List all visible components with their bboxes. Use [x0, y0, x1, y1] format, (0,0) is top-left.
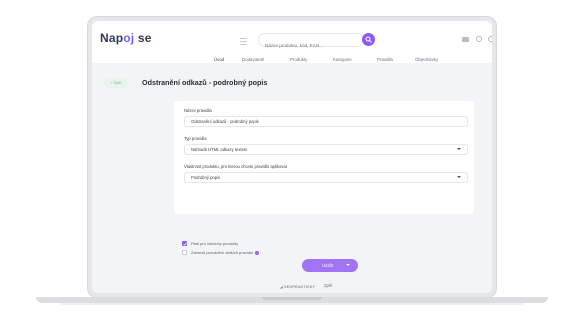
rule-type-select[interactable]: Nahradit HTML odkazy textem [184, 144, 468, 155]
user-icon[interactable] [488, 36, 492, 42]
nav-item-uvod[interactable]: Úvod [214, 57, 224, 62]
footer: ◢ SEOPRAKTICKY [92, 285, 492, 293]
nav-item-produkty[interactable]: Produkty [290, 57, 307, 62]
page-title: Odstranění odkazů - podrobný popis [142, 78, 268, 87]
chevron-down-icon [457, 148, 461, 150]
search-input[interactable] [259, 39, 355, 52]
menu-icon[interactable] [240, 38, 247, 45]
rule-type-label: Typ pravidla [184, 136, 207, 141]
main-nav: Úvod Dodavatelé Produkty Kategorie Pravi… [92, 57, 492, 69]
nav-item-kategorie[interactable]: Kategorie [333, 57, 352, 62]
back-button[interactable]: ‹ Zpět [104, 78, 128, 88]
check-icon [182, 242, 187, 246]
save-label: Uložit [322, 263, 334, 268]
mail-icon[interactable] [462, 37, 469, 42]
nav-item-pravidla[interactable]: Pravidla [377, 57, 393, 62]
laptop-frame: Napoj se Úvod Dodavatelé Produkty Katego… [87, 16, 497, 298]
rule-name-field[interactable]: Odstranění odkazů - podrobný popis [184, 116, 468, 127]
nav-item-objednavky[interactable]: Objednávky [415, 57, 438, 62]
rule-name-label: Název pravidla [184, 108, 212, 113]
search-box[interactable] [258, 33, 364, 52]
freeze-label-wrap: Zamezit provádění dalších pravidel i [191, 250, 260, 255]
freeze-label: Zamezit provádění dalších pravidel [191, 250, 254, 255]
logo-text-suffix: se [134, 31, 152, 45]
search-icon [365, 36, 372, 43]
logo-text-prefix: Nap [100, 31, 124, 45]
gear-icon[interactable] [476, 36, 482, 42]
logo-text-mid: oj [123, 31, 135, 45]
freeze-checkbox[interactable] [182, 250, 187, 255]
property-label: Vlastnost produktu, pro kterou chcete pr… [184, 164, 287, 169]
all-products-label: Platí pro všechny produkty [191, 241, 239, 246]
all-products-checkbox[interactable] [182, 241, 187, 246]
info-icon[interactable]: i [255, 250, 260, 255]
chevron-down-icon [457, 176, 461, 178]
top-bar: Napoj se Úvod Dodavatelé Produkty Katego… [92, 21, 492, 63]
save-button[interactable]: Uložit [302, 259, 358, 272]
nav-item-dodavatele[interactable]: Dodavatelé [242, 57, 264, 62]
property-value: Podrobný popis [191, 175, 221, 180]
laptop-base-shadow [60, 303, 524, 305]
chevron-down-icon[interactable] [346, 264, 350, 266]
footer-brand: ◢ SEOPRAKTICKY [280, 285, 316, 289]
logo[interactable]: Napoj se [100, 31, 152, 45]
property-select[interactable]: Podrobný popis [184, 172, 468, 183]
app-screen: Napoj se Úvod Dodavatelé Produkty Katego… [92, 21, 492, 293]
rule-name-value: Odstranění odkazů - podrobný popis [191, 119, 259, 124]
search-button[interactable] [362, 33, 375, 46]
rule-type-value: Nahradit HTML odkazy textem [191, 147, 248, 152]
rule-form-card: Název pravidla Odstranění odkazů - podro… [174, 101, 474, 214]
laptop-notch [262, 297, 322, 300]
